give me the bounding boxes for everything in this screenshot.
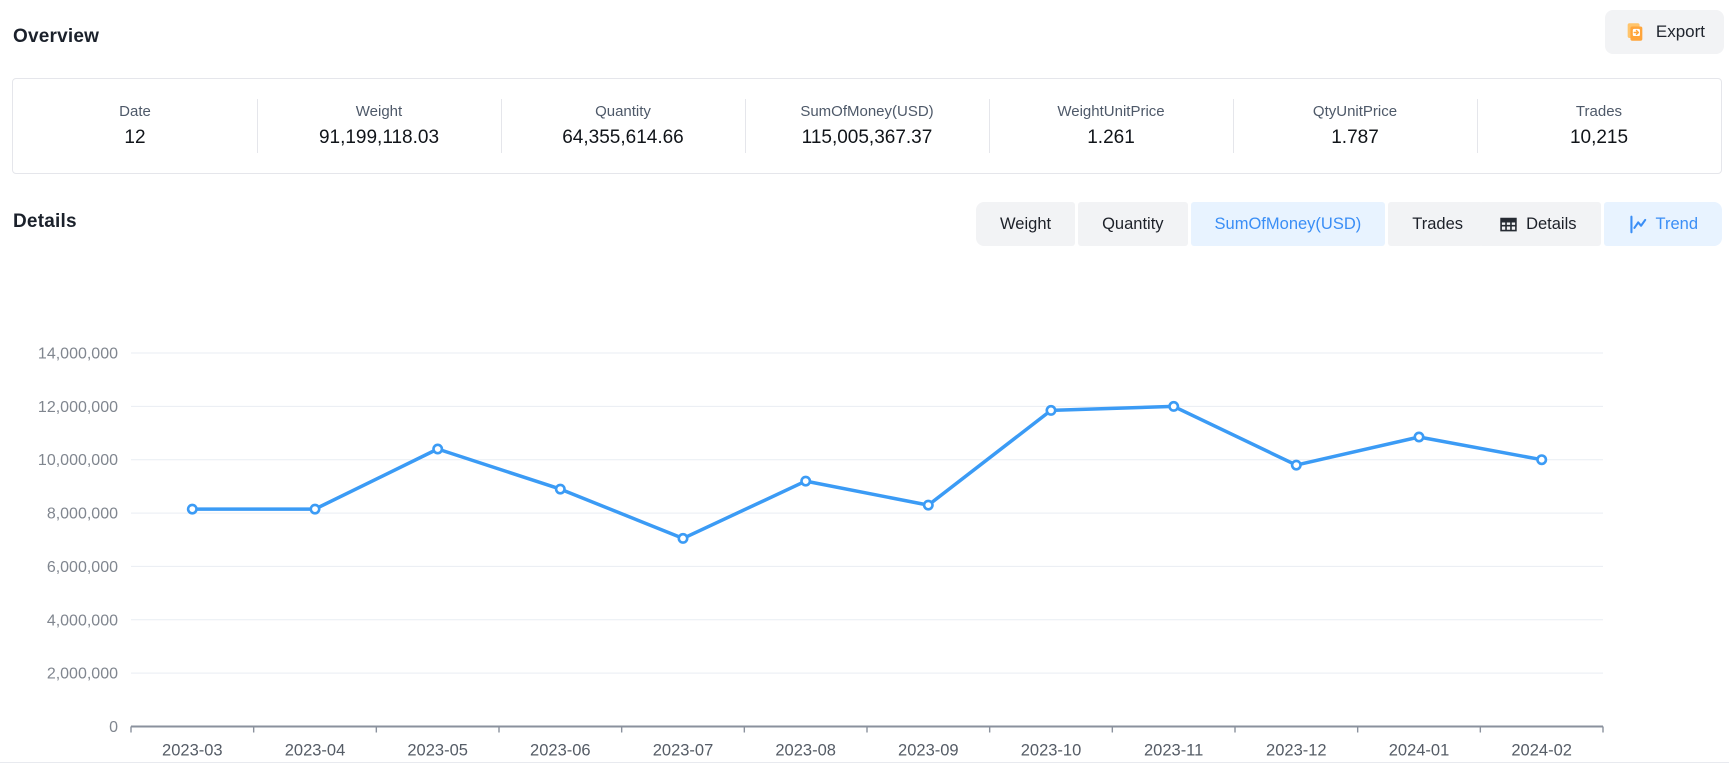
view-tab-group: Details Trend bbox=[1475, 202, 1722, 246]
chart-point[interactable] bbox=[311, 505, 319, 513]
stat-quantity: Quantity 64,355,614.66 bbox=[501, 103, 745, 149]
y-axis-label: 0 bbox=[109, 719, 118, 736]
y-axis-label: 12,000,000 bbox=[38, 399, 118, 416]
stat-qty-unit-price: QtyUnitPrice 1.787 bbox=[1233, 103, 1477, 149]
stat-value: 1.261 bbox=[1087, 127, 1135, 149]
overview-stats-card: Date 12 Weight 91,199,118.03 Quantity 64… bbox=[12, 78, 1722, 174]
export-icon bbox=[1624, 21, 1646, 43]
y-axis-label: 4,000,000 bbox=[47, 612, 118, 629]
tab-sum-of-money[interactable]: SumOfMoney(USD) bbox=[1191, 202, 1386, 246]
x-axis-label: 2023-06 bbox=[530, 742, 591, 760]
stat-label: Trades bbox=[1576, 103, 1622, 120]
tab-label: SumOfMoney(USD) bbox=[1215, 215, 1362, 234]
metric-tab-group: Weight Quantity SumOfMoney(USD) Trades bbox=[976, 202, 1487, 246]
stat-weight-unit-price: WeightUnitPrice 1.261 bbox=[989, 103, 1233, 149]
trend-chart-svg: 0 2,000,000 4,000,000 6,000,000 8,000,000 10,… bbox=[0, 250, 1729, 765]
stat-trades: Trades 10,215 bbox=[1477, 103, 1721, 149]
tab-label: Details bbox=[1526, 215, 1576, 234]
stat-label: Date bbox=[119, 103, 151, 120]
chart-point[interactable] bbox=[434, 445, 442, 453]
x-axis-label: 2023-04 bbox=[285, 742, 346, 760]
page-bottom-divider bbox=[0, 762, 1729, 763]
tab-label: Trades bbox=[1412, 215, 1463, 234]
chart-point[interactable] bbox=[1415, 433, 1423, 441]
chart-point[interactable] bbox=[188, 505, 196, 513]
y-axis-label: 14,000,000 bbox=[38, 346, 118, 363]
chart-point[interactable] bbox=[1538, 456, 1546, 464]
trend-chart[interactable]: 0 2,000,000 4,000,000 6,000,000 8,000,000 10,… bbox=[0, 250, 1729, 765]
stat-date: Date 12 bbox=[13, 103, 257, 149]
tab-label: Trend bbox=[1656, 215, 1699, 234]
x-axis-label: 2023-05 bbox=[407, 742, 468, 760]
stat-label: Weight bbox=[356, 103, 402, 120]
x-axis-label: 2023-11 bbox=[1144, 742, 1203, 760]
stat-label: QtyUnitPrice bbox=[1313, 103, 1397, 120]
tab-trades[interactable]: Trades bbox=[1388, 202, 1487, 246]
x-axis-label: 2024-02 bbox=[1511, 742, 1572, 760]
y-axis-label: 8,000,000 bbox=[47, 506, 118, 523]
tab-trend-view[interactable]: Trend bbox=[1604, 202, 1723, 246]
stat-value: 115,005,367.37 bbox=[802, 127, 933, 149]
stat-label: Quantity bbox=[595, 103, 651, 120]
chart-point[interactable] bbox=[679, 534, 687, 542]
x-axis-label: 2023-09 bbox=[898, 742, 959, 760]
y-axis-label: 10,000,000 bbox=[38, 452, 118, 469]
chart-line bbox=[192, 406, 1541, 538]
x-axis-label: 2023-03 bbox=[162, 742, 223, 760]
stat-value: 12 bbox=[124, 127, 145, 149]
tab-label: Quantity bbox=[1102, 215, 1163, 234]
tab-label: Weight bbox=[1000, 215, 1051, 234]
y-axis-label: 6,000,000 bbox=[47, 559, 118, 576]
stat-value: 1.787 bbox=[1331, 127, 1379, 149]
stat-label: WeightUnitPrice bbox=[1057, 103, 1164, 120]
x-axis-label: 2023-10 bbox=[1021, 742, 1082, 760]
chart-point[interactable] bbox=[1047, 406, 1055, 414]
stat-weight: Weight 91,199,118.03 bbox=[257, 103, 501, 149]
chart-point[interactable] bbox=[924, 501, 932, 509]
stat-value: 91,199,118.03 bbox=[319, 127, 439, 149]
x-axis-label: 2023-08 bbox=[775, 742, 836, 760]
tab-weight[interactable]: Weight bbox=[976, 202, 1075, 246]
x-axis-label: 2023-12 bbox=[1266, 742, 1327, 760]
chart-point[interactable] bbox=[556, 485, 564, 493]
stat-sum-of-money: SumOfMoney(USD) 115,005,367.37 bbox=[745, 103, 989, 149]
table-icon bbox=[1499, 215, 1518, 234]
details-title: Details bbox=[13, 211, 77, 233]
trend-icon bbox=[1628, 215, 1648, 234]
export-button[interactable]: Export bbox=[1605, 10, 1724, 54]
stat-value: 64,355,614.66 bbox=[562, 127, 684, 149]
stat-label: SumOfMoney(USD) bbox=[800, 103, 933, 120]
chart-point[interactable] bbox=[1170, 402, 1178, 410]
tab-details-view[interactable]: Details bbox=[1475, 202, 1600, 246]
x-axis-label: 2024-01 bbox=[1389, 742, 1450, 760]
overview-title: Overview bbox=[13, 26, 99, 48]
y-axis-label: 2,000,000 bbox=[47, 666, 118, 683]
chart-point[interactable] bbox=[802, 477, 810, 485]
chart-point[interactable] bbox=[1292, 461, 1300, 469]
export-button-label: Export bbox=[1656, 22, 1705, 42]
x-axis-label: 2023-07 bbox=[653, 742, 714, 760]
stat-value: 10,215 bbox=[1570, 127, 1628, 149]
tab-quantity[interactable]: Quantity bbox=[1078, 202, 1187, 246]
